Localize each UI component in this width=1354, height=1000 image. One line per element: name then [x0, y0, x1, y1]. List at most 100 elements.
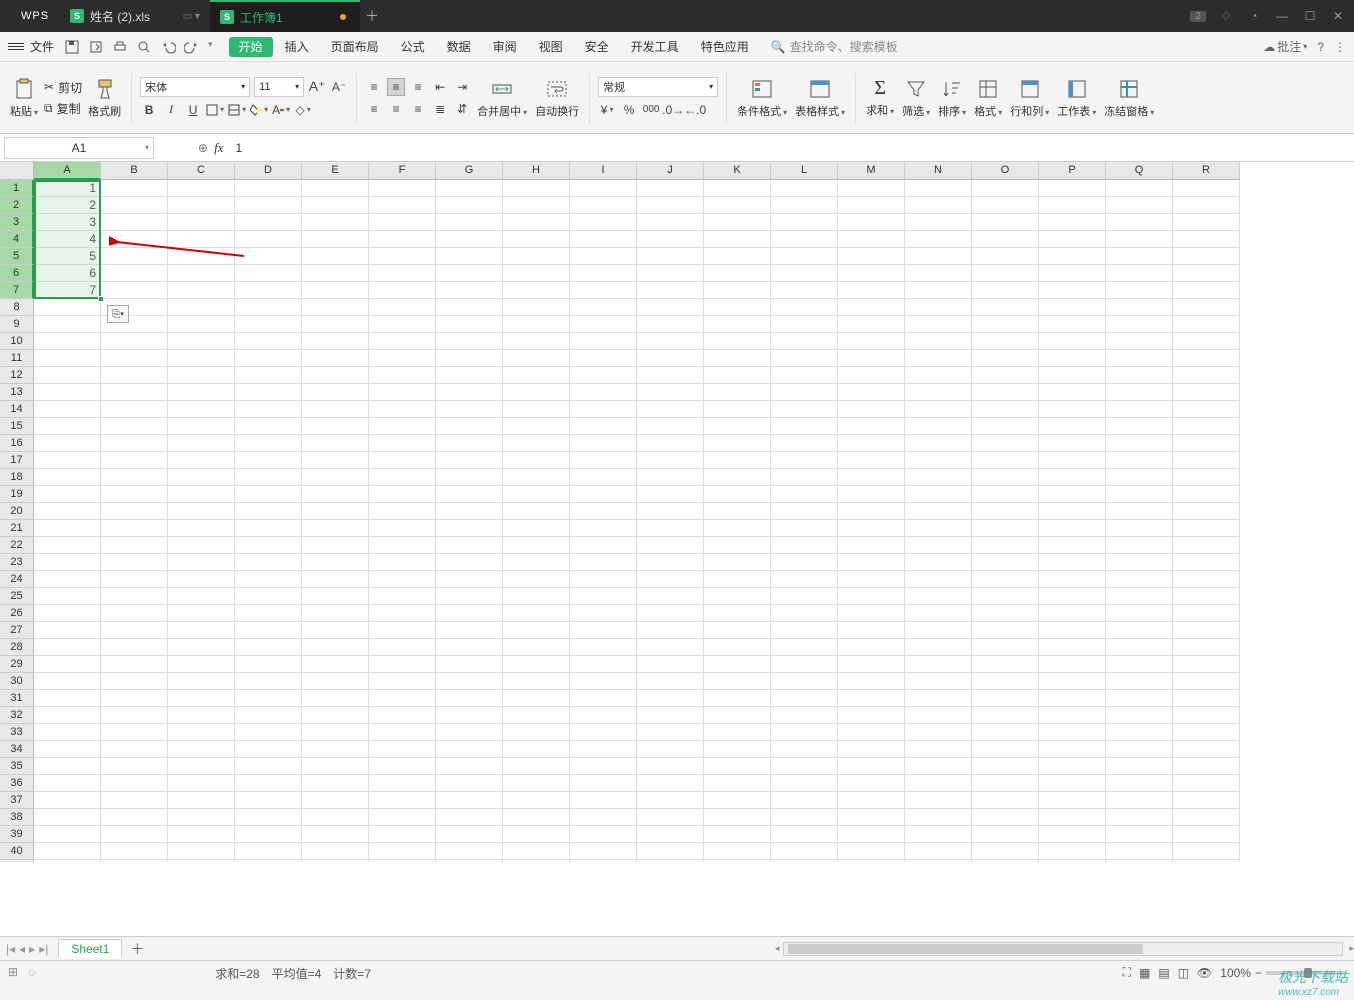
- menu-tab-数据[interactable]: 数据: [437, 32, 481, 62]
- cell[interactable]: [704, 707, 771, 724]
- cell[interactable]: [235, 826, 302, 843]
- cell[interactable]: [235, 724, 302, 741]
- cell[interactable]: [637, 809, 704, 826]
- row-header-34[interactable]: 34: [0, 741, 34, 758]
- cell[interactable]: [637, 707, 704, 724]
- cell[interactable]: [637, 401, 704, 418]
- cell[interactable]: [1106, 486, 1173, 503]
- cell[interactable]: [101, 639, 168, 656]
- cell[interactable]: [503, 775, 570, 792]
- cell[interactable]: [905, 775, 972, 792]
- cell[interactable]: [34, 384, 101, 401]
- freeze-button[interactable]: 冻结窗格: [1102, 77, 1156, 119]
- cell[interactable]: [34, 775, 101, 792]
- cell[interactable]: [1039, 673, 1106, 690]
- cell[interactable]: [503, 231, 570, 248]
- row-header-36[interactable]: 36: [0, 775, 34, 792]
- row-header-29[interactable]: 29: [0, 656, 34, 673]
- cell[interactable]: [101, 180, 168, 197]
- cell[interactable]: [570, 452, 637, 469]
- cell[interactable]: [1039, 401, 1106, 418]
- cell[interactable]: [972, 809, 1039, 826]
- cell[interactable]: [34, 486, 101, 503]
- cell[interactable]: [369, 316, 436, 333]
- cell[interactable]: [168, 554, 235, 571]
- cell[interactable]: [235, 418, 302, 435]
- cell[interactable]: [637, 316, 704, 333]
- cell[interactable]: [168, 350, 235, 367]
- cell[interactable]: [101, 486, 168, 503]
- cell[interactable]: [302, 741, 369, 758]
- cell[interactable]: [905, 588, 972, 605]
- cell[interactable]: [503, 639, 570, 656]
- cell[interactable]: [972, 758, 1039, 775]
- cell[interactable]: [905, 418, 972, 435]
- cell[interactable]: [771, 180, 838, 197]
- menu-tab-公式[interactable]: 公式: [391, 32, 435, 62]
- cell[interactable]: [503, 554, 570, 571]
- align-center-button[interactable]: ≡: [387, 100, 405, 118]
- cell[interactable]: [436, 588, 503, 605]
- cell[interactable]: [235, 197, 302, 214]
- cell[interactable]: [838, 435, 905, 452]
- cell[interactable]: [838, 316, 905, 333]
- cell[interactable]: [101, 367, 168, 384]
- cell[interactable]: [369, 537, 436, 554]
- cell[interactable]: [1106, 843, 1173, 860]
- cell[interactable]: [704, 690, 771, 707]
- cell[interactable]: [771, 435, 838, 452]
- cell[interactable]: [570, 537, 637, 554]
- file-menu[interactable]: 文件: [30, 38, 54, 55]
- cell[interactable]: [1106, 265, 1173, 282]
- cell[interactable]: [704, 469, 771, 486]
- cell[interactable]: [168, 690, 235, 707]
- cell[interactable]: [1173, 452, 1240, 469]
- cell[interactable]: [771, 384, 838, 401]
- cell[interactable]: [838, 826, 905, 843]
- cell[interactable]: [771, 537, 838, 554]
- view-normal-icon[interactable]: ▦: [1139, 966, 1150, 980]
- cell[interactable]: [1173, 435, 1240, 452]
- cell[interactable]: [235, 503, 302, 520]
- print-icon[interactable]: [112, 39, 128, 55]
- cell[interactable]: [838, 299, 905, 316]
- cell[interactable]: [838, 741, 905, 758]
- cell[interactable]: [905, 571, 972, 588]
- cell[interactable]: [101, 809, 168, 826]
- cell[interactable]: [771, 248, 838, 265]
- cell[interactable]: [972, 401, 1039, 418]
- cell[interactable]: [570, 605, 637, 622]
- row-header-23[interactable]: 23: [0, 554, 34, 571]
- cell[interactable]: [1039, 282, 1106, 299]
- wrap-text-button[interactable]: 自动换行: [533, 77, 581, 119]
- cell[interactable]: [771, 503, 838, 520]
- cell[interactable]: [168, 673, 235, 690]
- cell[interactable]: [34, 435, 101, 452]
- cell[interactable]: [570, 367, 637, 384]
- justify-button[interactable]: ≣: [431, 100, 449, 118]
- cell[interactable]: [436, 843, 503, 860]
- cell[interactable]: [436, 299, 503, 316]
- cell[interactable]: [369, 843, 436, 860]
- cell[interactable]: [704, 775, 771, 792]
- bold-button[interactable]: B: [140, 101, 158, 119]
- cell[interactable]: [771, 639, 838, 656]
- cell[interactable]: [704, 741, 771, 758]
- cell[interactable]: [905, 537, 972, 554]
- cell[interactable]: [905, 809, 972, 826]
- cell[interactable]: [838, 197, 905, 214]
- cell[interactable]: [838, 707, 905, 724]
- cell[interactable]: [972, 503, 1039, 520]
- sheet-tab-1[interactable]: Sheet1: [58, 939, 122, 958]
- cell[interactable]: [972, 860, 1039, 862]
- cell[interactable]: [168, 418, 235, 435]
- cell[interactable]: [637, 605, 704, 622]
- cell[interactable]: [1173, 401, 1240, 418]
- cell[interactable]: [503, 707, 570, 724]
- cell[interactable]: [168, 860, 235, 862]
- cell[interactable]: [101, 622, 168, 639]
- cell[interactable]: [1173, 265, 1240, 282]
- cell[interactable]: [302, 231, 369, 248]
- cut-button[interactable]: ✂剪切: [44, 79, 82, 96]
- cell[interactable]: [1173, 231, 1240, 248]
